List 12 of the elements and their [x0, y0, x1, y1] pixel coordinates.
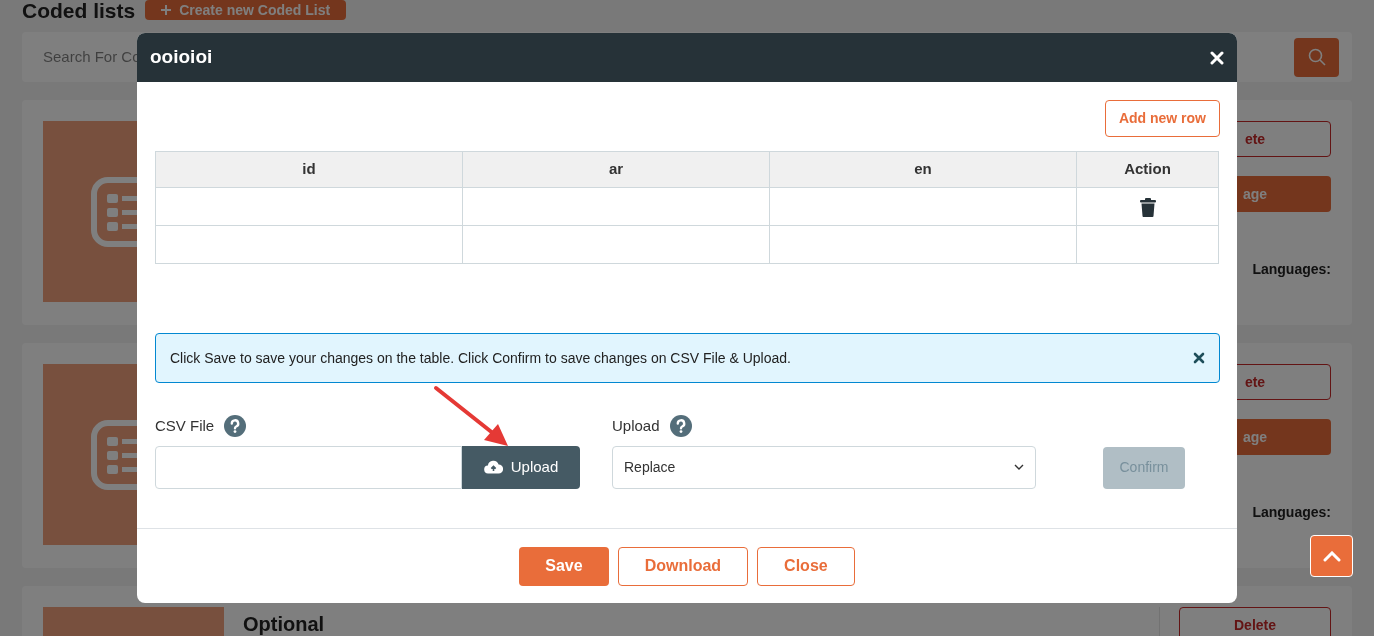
column-header: Action	[1076, 151, 1219, 188]
upload-label: Upload	[612, 416, 660, 436]
card-title: Optional	[243, 612, 326, 636]
column-header: id	[155, 151, 463, 188]
languages-label: Languages:	[1252, 503, 1331, 522]
csv-file-label: CSV File	[155, 416, 215, 436]
column-header: en	[769, 151, 1077, 188]
languages-label: Languages:	[1252, 260, 1331, 279]
modal-title: ooioioi	[150, 45, 213, 70]
column-header: ar	[462, 151, 770, 188]
alert-text: Click Save to save your changes on the table. Click Confirm to save changes on CSV File & Upload.	[170, 348, 791, 368]
page-title: Coded lists	[22, 0, 136, 22]
